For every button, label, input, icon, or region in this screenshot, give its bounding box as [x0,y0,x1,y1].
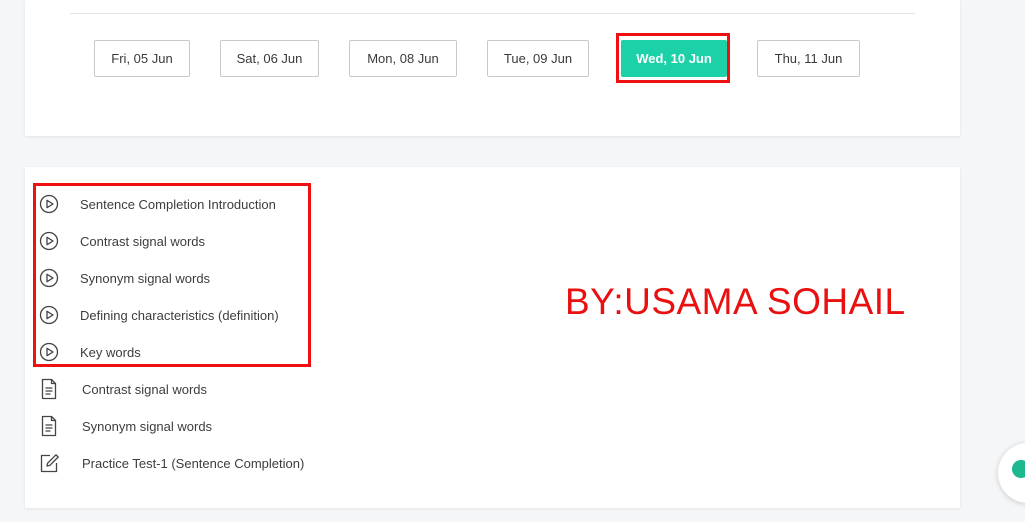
lesson-item-practice-test-1[interactable]: Practice Test-1 (Sentence Completion) [38,450,304,476]
lesson-item-label: Contrast signal words [82,381,207,397]
date-button-sat-06-jun[interactable]: Sat, 06 Jun [220,40,319,77]
lesson-item-contrast-signal-words-document[interactable]: Contrast signal words [38,376,207,402]
chat-icon [1012,460,1025,478]
lesson-list-panel: Sentence Completion Introduction Contras… [25,167,960,508]
date-button-thu-11-jun[interactable]: Thu, 11 Jun [757,40,860,77]
divider [70,13,915,14]
date-selector-panel: Fri, 05 Jun Sat, 06 Jun Mon, 08 Jun Tue,… [25,0,960,136]
date-button-fri-05-jun[interactable]: Fri, 05 Jun [94,40,190,77]
lesson-item-label: Synonym signal words [82,418,213,434]
highlight-box-selected-date [616,33,730,83]
document-icon [38,378,60,400]
date-button-mon-08-jun[interactable]: Mon, 08 Jun [349,40,457,77]
lesson-item-label: Practice Test-1 (Sentence Completion) [82,455,305,471]
date-button-tue-09-jun[interactable]: Tue, 09 Jun [487,40,589,77]
document-icon [38,415,60,437]
edit-icon [38,452,60,474]
highlight-box-video-lessons [33,183,311,367]
lesson-item-synonym-signal-words-document[interactable]: Synonym signal words [38,413,212,439]
chat-widget-button[interactable] [998,443,1025,503]
watermark-text: BY:USAMA SOHAIL [565,281,906,322]
